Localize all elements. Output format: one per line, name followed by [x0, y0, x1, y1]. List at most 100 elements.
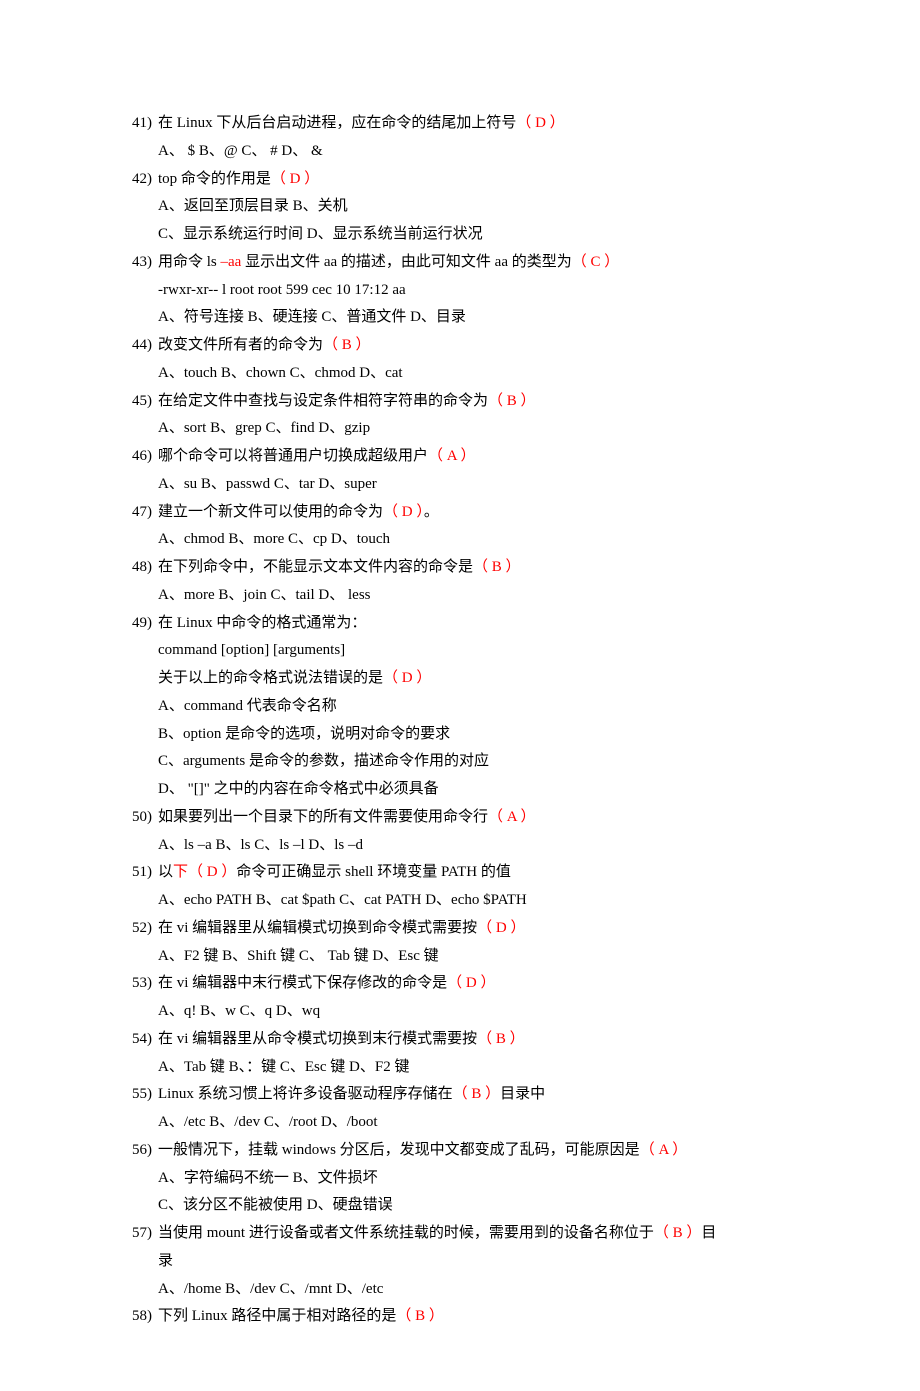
question: 53)在 vi 编辑器中末行模式下保存修改的命令是（ D ） [118, 970, 802, 998]
stem-text: 以 [158, 864, 173, 880]
stem-text: top 命令的作用是 [158, 171, 271, 187]
question-number: 51) [118, 859, 158, 887]
question: 41)在 Linux 下从后台启动进程，应在命令的结尾加上符号（ D ） [118, 110, 802, 138]
option-line: A、 $ B、@ C、 # D、 & [118, 138, 802, 166]
stem-text: 如果要列出一个目录下的所有文件需要使用命令行 [158, 809, 488, 825]
answer-marker: （ B ） [477, 1031, 525, 1047]
answer-marker: （ B ） [453, 1086, 501, 1102]
option-line: A、字符编码不统一 B、文件损坏 [118, 1165, 802, 1193]
stem-text: 下列 Linux 路径中属于相对路径的是 [158, 1308, 396, 1324]
option-line: A、sort B、grep C、find D、gzip [118, 415, 802, 443]
question-stem: 在 Linux 下从后台启动进程，应在命令的结尾加上符号（ D ） [158, 110, 802, 138]
stem-text: 在 vi 编辑器里从命令模式切换到末行模式需要按 [158, 1031, 477, 1047]
question: 48)在下列命令中，不能显示文本文件内容的命令是（ B ） [118, 554, 802, 582]
option-line: C、arguments 是命令的参数，描述命令作用的对应 [118, 748, 802, 776]
question: 54)在 vi 编辑器里从命令模式切换到末行模式需要按（ B ） [118, 1026, 802, 1054]
answer-marker: （ B ） [488, 393, 536, 409]
option-line: A、more B、join C、tail D、 less [118, 582, 802, 610]
question-number: 44) [118, 332, 158, 360]
option-line: A、command 代表命令名称 [118, 693, 802, 721]
question: 46)哪个命令可以将普通用户切换成超级用户（ A ） [118, 443, 802, 471]
stem-text: 哪个命令可以将普通用户切换成超级用户 [158, 448, 428, 464]
option-line: A、Tab 键 B、：键 C、Esc 键 D、F2 键 [118, 1054, 802, 1082]
question: 45)在给定文件中查找与设定条件相符字符串的命令为（ B ） [118, 388, 802, 416]
question: 51)以下（ D ）命令可正确显示 shell 环境变量 PATH 的值 [118, 859, 802, 887]
option-line: A、返回至顶层目录 B、关机 [118, 193, 802, 221]
answer-marker: （ B ） [396, 1308, 444, 1324]
question: 52)在 vi 编辑器里从编辑模式切换到命令模式需要按（ D ） [118, 915, 802, 943]
question: 50)如果要列出一个目录下的所有文件需要使用命令行（ A ） [118, 804, 802, 832]
question-extra-line: command [option] [arguments] [118, 637, 802, 665]
answer-marker: （ D ） [271, 171, 319, 187]
stem-tail: 目录中 [500, 1086, 545, 1102]
stem-text: 在给定文件中查找与设定条件相符字符串的命令为 [158, 393, 488, 409]
stem-text: 改变文件所有者的命令为 [158, 337, 323, 353]
option-line: A、echo PATH B、cat $path C、cat PATH D、ech… [118, 887, 802, 915]
question-number: 56) [118, 1137, 158, 1165]
stem-text: Linux 系统习惯上将许多设备驱动程序存储在 [158, 1086, 453, 1102]
question: 58)下列 Linux 路径中属于相对路径的是（ B ） [118, 1303, 802, 1331]
stem-text: 命令可正确显示 shell 环境变量 PATH 的值 [236, 864, 510, 880]
question-stem: top 命令的作用是（ D ） [158, 166, 802, 194]
question: 49)在 Linux 中命令的格式通常为： [118, 610, 802, 638]
option-line: A、q! B、w C、q D、wq [118, 998, 802, 1026]
question-number: 50) [118, 804, 158, 832]
question-number: 58) [118, 1303, 158, 1331]
option-line: C、显示系统运行时间 D、显示系统当前运行状况 [118, 221, 802, 249]
question-number: 49) [118, 610, 158, 638]
question-stem: 以下（ D ）命令可正确显示 shell 环境变量 PATH 的值 [158, 859, 802, 887]
stem-red-inline: –aa [221, 254, 242, 270]
question: 47)建立一个新文件可以使用的命令为（ D ）。 [118, 499, 802, 527]
question-number: 43) [118, 249, 158, 277]
question-stem: 在 vi 编辑器中末行模式下保存修改的命令是（ D ） [158, 970, 802, 998]
stem-text: 在 Linux 下从后台启动进程，应在命令的结尾加上符号 [158, 115, 516, 131]
question-number: 47) [118, 499, 158, 527]
option-line: A、F2 键 B、Shift 键 C、 Tab 键 D、Esc 键 [118, 943, 802, 971]
stem-tail: 。 [424, 504, 439, 520]
option-line: A、/home B、/dev C、/mnt D、/etc [118, 1276, 802, 1304]
question: 43)用命令 ls –aa 显示出文件 aa 的描述，由此可知文件 aa 的类型… [118, 249, 802, 277]
question-stem: 改变文件所有者的命令为（ B ） [158, 332, 802, 360]
answer-marker: （ B ） [654, 1225, 702, 1241]
answer-marker: （ A ） [428, 448, 476, 464]
question-number: 42) [118, 166, 158, 194]
stem-continuation: 录 [118, 1248, 802, 1276]
option-line: A、ls –a B、ls C、ls –l D、ls –d [118, 832, 802, 860]
question-stem: 在 Linux 中命令的格式通常为： [158, 610, 802, 638]
answer-marker: （ D ） [383, 504, 424, 520]
answer-marker: （ C ） [572, 254, 620, 270]
stem-text: 在下列命令中，不能显示文本文件内容的命令是 [158, 559, 473, 575]
answer-marker: （ D ） [447, 975, 495, 991]
answer-marker: （ D ） [383, 670, 431, 686]
question-stem: 哪个命令可以将普通用户切换成超级用户（ A ） [158, 443, 802, 471]
question-number: 55) [118, 1081, 158, 1109]
answer-marker: （ D ） [516, 115, 564, 131]
question-number: 46) [118, 443, 158, 471]
question: 42)top 命令的作用是（ D ） [118, 166, 802, 194]
option-line: C、该分区不能被使用 D、硬盘错误 [118, 1192, 802, 1220]
question: 57)当使用 mount 进行设备或者文件系统挂载的时候，需要用到的设备名称位于… [118, 1220, 802, 1248]
question-stem: 如果要列出一个目录下的所有文件需要使用命令行（ A ） [158, 804, 802, 832]
stem-text: 当使用 mount 进行设备或者文件系统挂载的时候，需要用到的设备名称位于 [158, 1225, 654, 1241]
option-line: -rwxr-xr-- l root root 599 cec 10 17:12 … [118, 277, 802, 305]
stem-text: 在 vi 编辑器里从编辑模式切换到命令模式需要按 [158, 920, 477, 936]
option-line: D、 "[]" 之中的内容在命令格式中必须具备 [118, 776, 802, 804]
question-stem: 当使用 mount 进行设备或者文件系统挂载的时候，需要用到的设备名称位于（ B… [158, 1220, 802, 1248]
option-line: A、su B、passwd C、tar D、super [118, 471, 802, 499]
question-stem: 一般情况下，挂载 windows 分区后，发现中文都变成了乱码，可能原因是（ A… [158, 1137, 802, 1165]
stem-text: 显示出文件 aa 的描述，由此可知文件 aa 的类型为 [241, 254, 571, 270]
answer-marker: （ A ） [488, 809, 536, 825]
question-number: 41) [118, 110, 158, 138]
stem-red-inline: 下（ D ） [173, 864, 236, 880]
option-line: B、option 是命令的选项，说明对命令的要求 [118, 721, 802, 749]
question-stem: 用命令 ls –aa 显示出文件 aa 的描述，由此可知文件 aa 的类型为（ … [158, 249, 802, 277]
question-stem: 在 vi 编辑器里从命令模式切换到末行模式需要按（ B ） [158, 1026, 802, 1054]
stem-text: 建立一个新文件可以使用的命令为 [158, 504, 383, 520]
question-number: 53) [118, 970, 158, 998]
stem-text: 在 vi 编辑器中末行模式下保存修改的命令是 [158, 975, 447, 991]
answer-marker: （ B ） [323, 337, 371, 353]
stem-text: 用命令 ls [158, 254, 221, 270]
option-line: A、touch B、chown C、chmod D、cat [118, 360, 802, 388]
question-stem: 下列 Linux 路径中属于相对路径的是（ B ） [158, 1303, 802, 1331]
stem-tail: 目 [701, 1225, 716, 1241]
